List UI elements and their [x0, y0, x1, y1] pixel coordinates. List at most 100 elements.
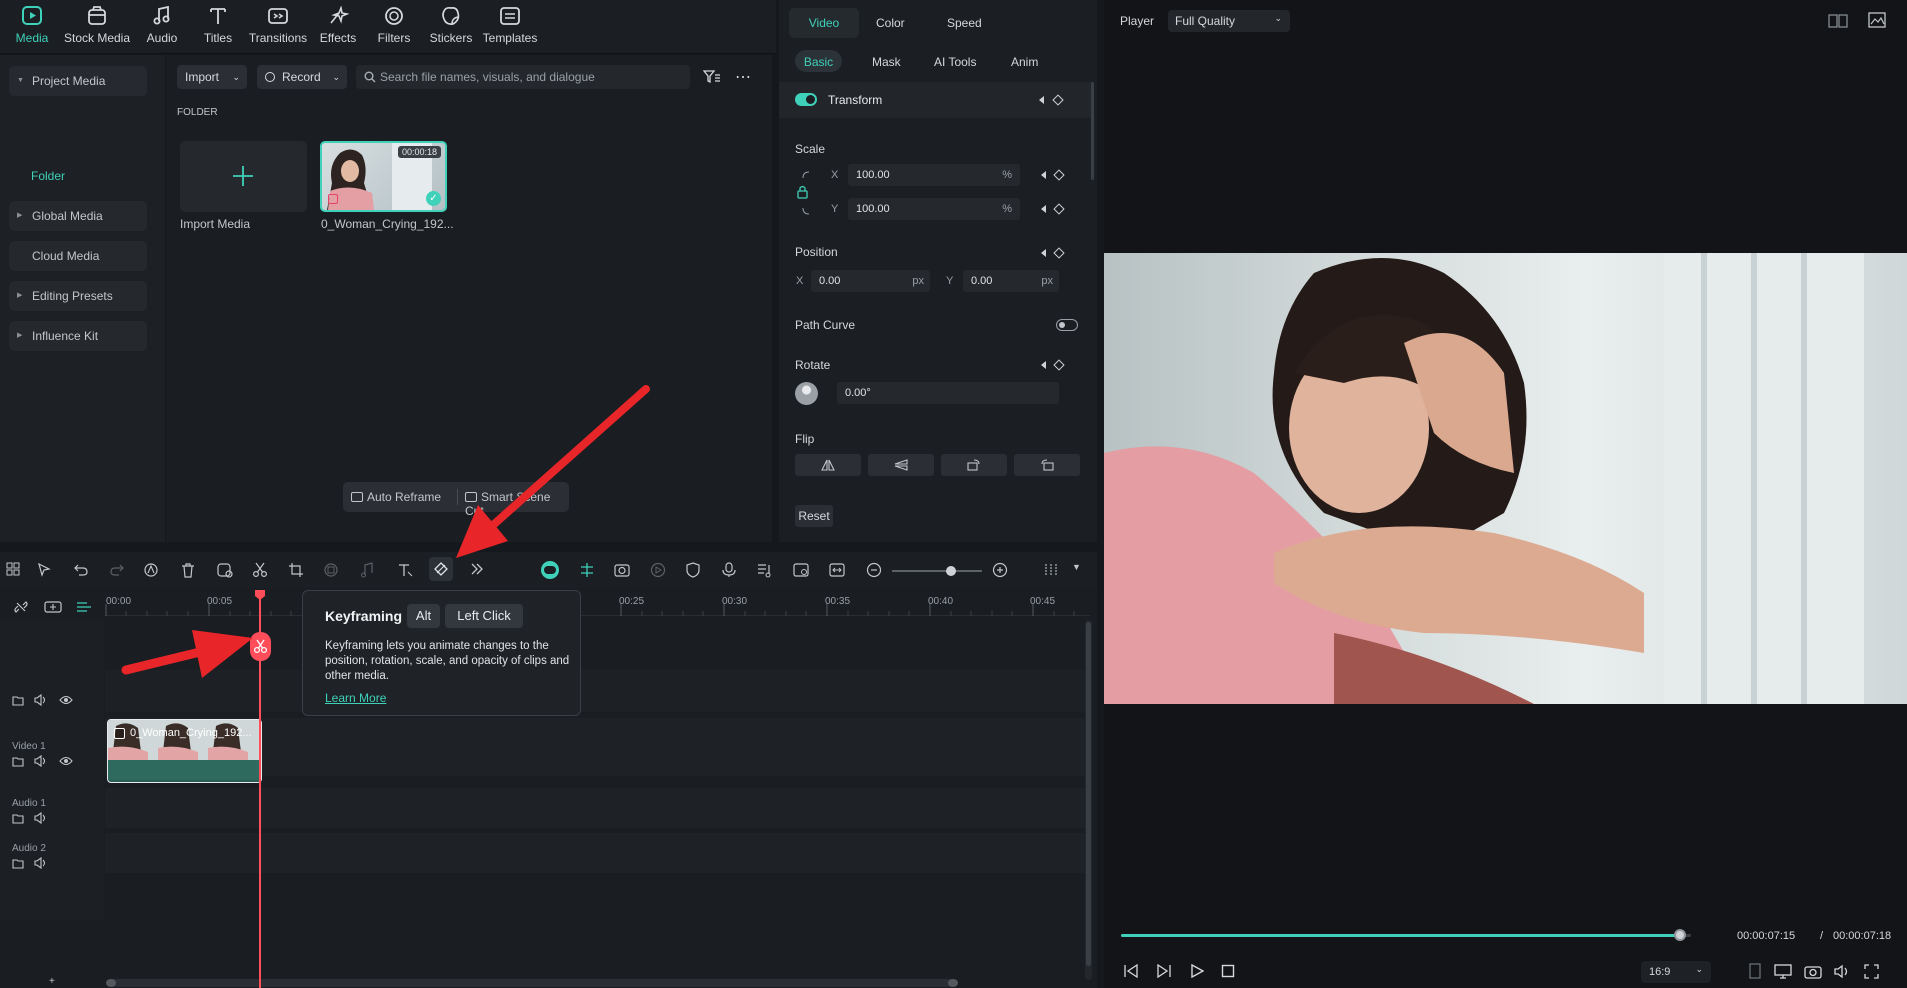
previous-keyframe-icon[interactable] — [1041, 361, 1046, 369]
zoom-out-icon[interactable] — [866, 562, 882, 578]
zoom-slider-knob[interactable] — [945, 566, 956, 576]
folder-lock-icon[interactable] — [12, 857, 24, 869]
scale-x-field[interactable]: 100.00 % — [848, 164, 1020, 186]
timeline-horizontal-scrollbar[interactable] — [106, 979, 958, 987]
video-preview[interactable] — [1104, 253, 1907, 704]
audio-mixer-icon[interactable] — [757, 562, 773, 578]
shield-icon[interactable] — [686, 562, 700, 578]
auto-reframe-button[interactable]: Auto Reframe — [351, 490, 441, 504]
toolbar-templates[interactable]: Templates — [474, 6, 546, 45]
audio-edit-icon[interactable] — [359, 562, 375, 578]
select-tool-icon[interactable] — [37, 562, 53, 578]
magnetic-track-icon[interactable] — [76, 600, 92, 614]
subtab-animation[interactable]: Anim — [1011, 55, 1046, 69]
clip-thumbnail[interactable]: 00:00:18 ✓ — [320, 141, 447, 212]
reset-button[interactable]: Reset — [795, 505, 833, 527]
previous-keyframe-icon[interactable] — [1039, 96, 1044, 104]
snapshot-view-icon[interactable] — [1868, 12, 1886, 28]
flip-horizontal-button[interactable] — [795, 454, 861, 476]
speaker-icon[interactable] — [34, 694, 48, 706]
add-keyframe-icon[interactable] — [1053, 247, 1065, 259]
zoom-slider[interactable] — [892, 566, 982, 576]
mask-icon[interactable] — [323, 562, 339, 578]
panel-scrollbar[interactable] — [1091, 82, 1094, 180]
timeline-vertical-scrollbar[interactable] — [1085, 620, 1092, 980]
playback-progress-track[interactable] — [1121, 929, 1691, 941]
eye-icon[interactable] — [59, 756, 73, 766]
learn-more-link[interactable]: Learn More — [325, 691, 386, 705]
picture-in-picture-icon[interactable] — [793, 562, 809, 578]
chevron-down-icon[interactable]: ▼ — [1072, 562, 1081, 572]
nav-global-media[interactable]: ▶ Global Media — [9, 201, 147, 231]
redo-icon[interactable] — [109, 562, 125, 578]
toolbar-media[interactable]: Media — [0, 6, 67, 45]
aspect-ratio-dropdown[interactable]: 16:9 ⌄ — [1641, 961, 1711, 983]
ai-edit-icon[interactable] — [143, 562, 161, 578]
subtab-basic[interactable]: Basic — [795, 50, 842, 72]
tab-speed[interactable]: Speed — [947, 16, 982, 30]
playback-scrubber[interactable] — [1673, 929, 1686, 941]
transform-toggle[interactable] — [795, 93, 817, 106]
import-dropdown[interactable]: Import ⌄ — [177, 65, 247, 89]
add-keyframe-icon[interactable] — [1053, 169, 1065, 181]
smart-scene-cut-button[interactable]: Smart Scene Cut — [465, 490, 569, 518]
split-scissors-icon[interactable] — [252, 562, 268, 578]
microphone-icon[interactable] — [722, 562, 736, 578]
render-icon[interactable] — [613, 562, 631, 578]
display-icon[interactable] — [1774, 964, 1792, 979]
nav-folder[interactable]: Folder — [31, 169, 65, 183]
rotate-dial[interactable] — [795, 382, 818, 405]
scale-y-field[interactable]: 100.00 % — [848, 198, 1020, 220]
speaker-icon[interactable] — [34, 812, 48, 824]
play-icon[interactable] — [1190, 964, 1204, 978]
rotate-left-button[interactable] — [1014, 454, 1080, 476]
position-x-field[interactable]: 0.00 px — [811, 270, 930, 292]
delete-icon[interactable] — [181, 562, 195, 578]
folder-lock-icon[interactable] — [12, 755, 24, 767]
add-keyframe-icon[interactable] — [1053, 359, 1065, 371]
track-layout-icon[interactable] — [1044, 562, 1058, 578]
filter-sort-icon[interactable] — [703, 70, 721, 84]
flip-vertical-button[interactable] — [868, 454, 934, 476]
lock-ratio-icon[interactable] — [795, 170, 817, 216]
crop-icon[interactable] — [288, 562, 304, 578]
search-input[interactable]: Search file names, visuals, and dialogue — [356, 65, 690, 89]
tab-video[interactable]: Video — [789, 8, 859, 38]
more-tools-icon[interactable] — [470, 562, 484, 576]
fullscreen-icon[interactable] — [1864, 964, 1879, 979]
nav-editing-presets[interactable]: ▶ Editing Presets — [9, 281, 147, 311]
speaker-icon[interactable] — [34, 755, 48, 767]
subtab-mask[interactable]: Mask — [872, 55, 901, 69]
previous-keyframe-icon[interactable] — [1041, 205, 1046, 213]
volume-icon[interactable] — [1833, 964, 1851, 979]
text-tool-icon[interactable] — [397, 562, 413, 578]
position-y-field[interactable]: 0.00 px — [963, 270, 1059, 292]
scrollbar-handle-right[interactable] — [948, 979, 958, 987]
record-dropdown[interactable]: Record ⌄ — [257, 65, 347, 89]
add-track-icon[interactable] — [44, 600, 62, 614]
split-marker[interactable] — [250, 632, 271, 661]
add-keyframe-icon[interactable] — [1053, 203, 1065, 215]
nav-project-media[interactable]: ▼ Project Media — [9, 66, 147, 96]
scrollbar-handle-left[interactable] — [106, 979, 116, 987]
snap-icon[interactable] — [578, 562, 596, 578]
scrollbar-thumb[interactable] — [1086, 622, 1091, 966]
ai-assistant-icon[interactable] — [541, 561, 559, 579]
rotate-field[interactable]: 0.00° — [837, 382, 1059, 404]
fit-timeline-icon[interactable] — [829, 562, 845, 578]
zoom-in-icon[interactable] — [992, 562, 1008, 578]
detach-icon[interactable] — [216, 562, 234, 578]
compare-view-icon[interactable] — [1828, 14, 1848, 28]
preview-render-icon[interactable] — [650, 562, 666, 578]
previous-keyframe-icon[interactable] — [1041, 249, 1046, 257]
previous-frame-icon[interactable] — [1123, 964, 1139, 978]
nav-cloud-media[interactable]: Cloud Media — [9, 241, 147, 271]
quality-dropdown[interactable]: Full Quality ⌄ — [1168, 10, 1290, 32]
toolbar-stock-media[interactable]: Stock Media — [62, 6, 132, 45]
next-frame-icon[interactable] — [1156, 964, 1172, 978]
layout-grid-icon[interactable] — [6, 562, 20, 576]
tab-color[interactable]: Color — [876, 16, 905, 30]
undo-icon[interactable] — [73, 562, 89, 578]
previous-keyframe-icon[interactable] — [1041, 171, 1046, 179]
subtab-ai-tools[interactable]: AI Tools — [934, 55, 976, 69]
